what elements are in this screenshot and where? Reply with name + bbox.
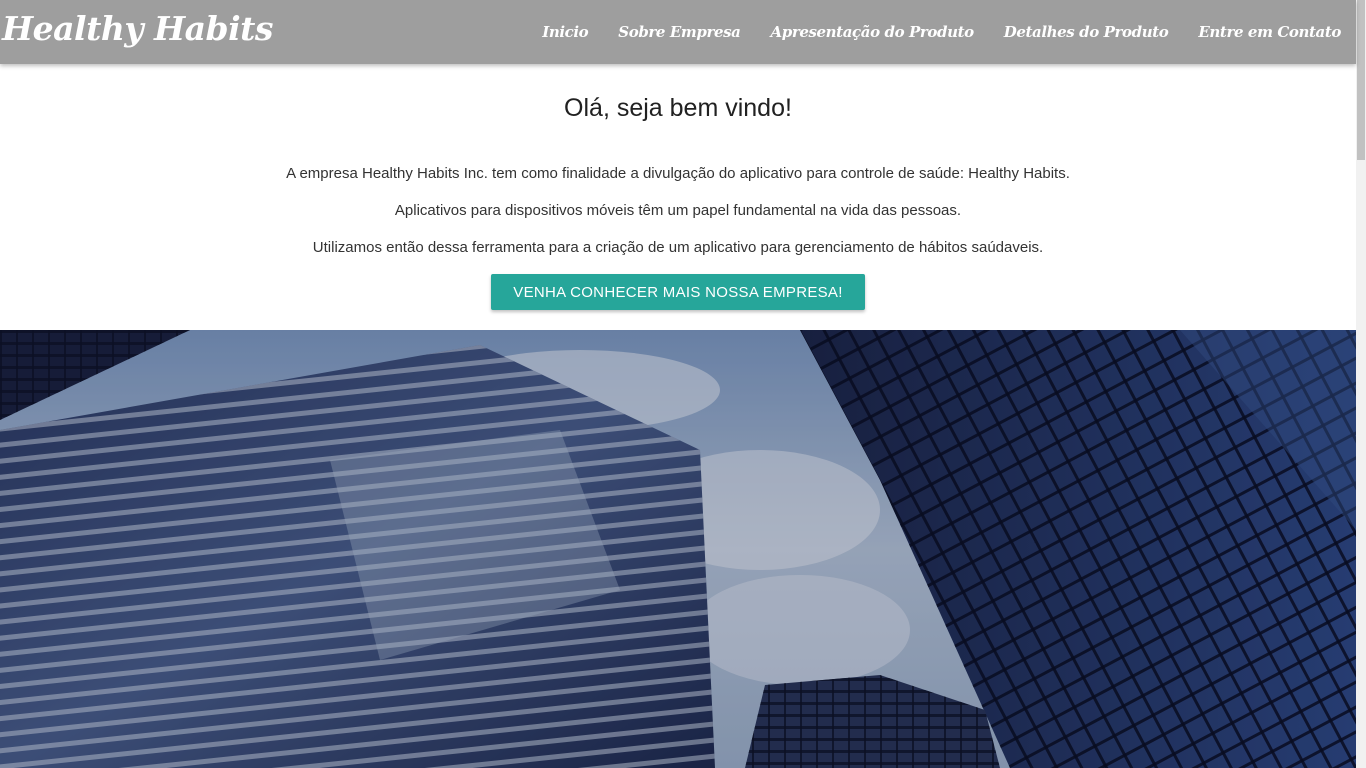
welcome-heading: Olá, seja bem vindo! (564, 94, 792, 122)
nav-link-inicio[interactable]: Inicio (527, 23, 603, 41)
nav-link-entre-em-contato[interactable]: Entre em Contato (1183, 23, 1356, 41)
brand-logo[interactable]: Healthy Habits (2, 9, 274, 48)
nav-link-detalhes-produto[interactable]: Detalhes do Produto (989, 23, 1184, 41)
intro-paragraph-2: Aplicativos para dispositivos móveis têm… (394, 202, 962, 219)
page: Healthy Habits Inicio Sobre Empresa Apre… (0, 0, 1366, 768)
learn-more-button[interactable]: VENHA CONHECER MAIS NOSSA EMPRESA! (491, 274, 865, 310)
scrollbar-thumb[interactable] (1357, 0, 1365, 160)
intro-section: Olá, seja bem vindo! A empresa Healthy H… (0, 64, 1356, 330)
office-buildings-photo-icon (0, 330, 1356, 768)
intro-paragraph-3: Utilizamos então dessa ferramenta para a… (312, 239, 1044, 256)
intro-paragraph-1: A empresa Healthy Habits Inc. tem como f… (286, 165, 1070, 182)
nav-link-sobre-empresa[interactable]: Sobre Empresa (603, 23, 755, 41)
page-scrollbar[interactable] (1356, 0, 1366, 768)
navbar: Healthy Habits Inicio Sobre Empresa Apre… (0, 0, 1356, 64)
nav-link-apresentacao-produto[interactable]: Apresentação do Produto (756, 23, 989, 41)
hero-image (0, 330, 1356, 768)
nav-links: Inicio Sobre Empresa Apresentação do Pro… (527, 0, 1356, 64)
